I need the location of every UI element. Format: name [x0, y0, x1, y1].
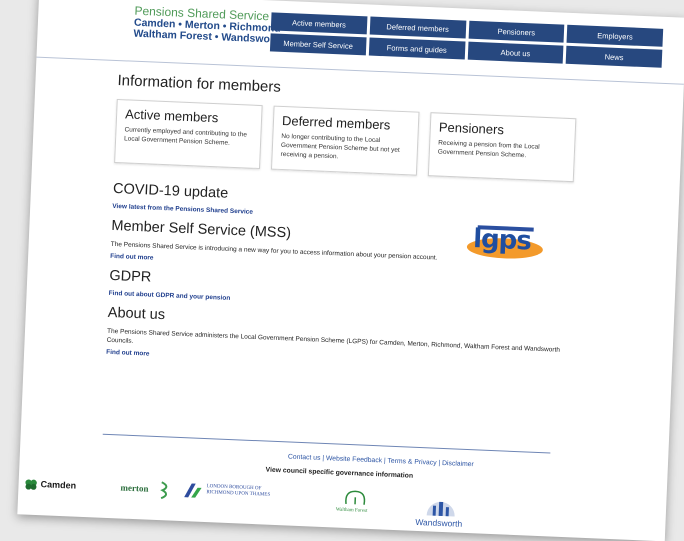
nav-forms-and-guides[interactable]: Forms and guides	[368, 37, 465, 60]
richmond-text: LONDON BOROUGH OF RICHMOND UPON THAMES	[206, 484, 271, 498]
member-cards: Active members Currently employed and co…	[114, 99, 586, 183]
wandsworth-logo[interactable]: Wandsworth	[415, 501, 463, 529]
merton-text: merton	[120, 482, 149, 494]
nav-member-self-service[interactable]: Member Self Service	[269, 33, 367, 56]
camden-text: Camden	[40, 479, 77, 491]
card-pensioners[interactable]: Pensioners Receiving a pension from the …	[427, 112, 577, 183]
card-title: Deferred members	[281, 112, 391, 133]
waltham-text: Waltham Forest	[335, 507, 368, 514]
card-title: Pensioners	[438, 119, 505, 138]
nav-news[interactable]: News	[565, 45, 663, 68]
merton-logo[interactable]: merton	[120, 481, 168, 500]
waltham-tree-icon	[345, 490, 366, 505]
wandsworth-crest-icon	[426, 501, 455, 517]
nav-about-us[interactable]: About us	[467, 41, 564, 64]
footer-divider	[102, 433, 551, 454]
card-deferred-members[interactable]: Deferred members No longer contributing …	[270, 105, 420, 176]
camden-mark-icon	[25, 479, 37, 490]
richmond-mark-icon	[184, 483, 202, 498]
card-active-members[interactable]: Active members Currently employed and co…	[114, 99, 263, 170]
waltham-forest-logo[interactable]: Waltham Forest	[335, 490, 368, 514]
lgps-logo-text: lgps	[472, 224, 532, 257]
main-navigation: Active members Deferred members Pensione…	[269, 12, 664, 68]
pensions-shared-service-logo[interactable]: Pensions Shared Service Camden • Merton …	[133, 4, 285, 46]
nav-active-members[interactable]: Active members	[270, 12, 368, 35]
nav-employers[interactable]: Employers	[566, 24, 664, 47]
webpage-screenshot: Pensions Shared Service Camden • Merton …	[17, 0, 684, 541]
card-description: Receiving a pension from the Local Gover…	[437, 139, 540, 159]
richmond-logo[interactable]: LONDON BOROUGH OF RICHMOND UPON THAMES	[184, 483, 286, 499]
card-description: Currently employed and contributing to t…	[123, 126, 248, 147]
merton-swirl-icon	[160, 481, 168, 500]
nav-pensioners[interactable]: Pensioners	[468, 20, 565, 43]
card-description: No longer contributing to the Local Gove…	[280, 132, 400, 160]
lgps-logo[interactable]: lgps	[466, 219, 544, 262]
camden-logo[interactable]: Camden	[25, 479, 77, 491]
card-title: Active members	[124, 106, 219, 126]
wandsworth-text: Wandsworth	[415, 516, 463, 529]
nav-deferred-members[interactable]: Deferred members	[369, 16, 466, 39]
